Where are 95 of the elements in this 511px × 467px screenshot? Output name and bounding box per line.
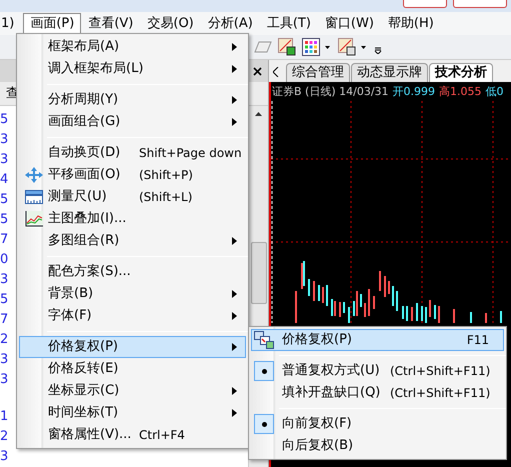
- menu-item-label: 画面组合(G): [48, 113, 122, 132]
- menu-item-label: 填补开盘缺口(Q): [282, 384, 382, 402]
- menu-item-label: 坐标显示(C): [48, 382, 120, 400]
- menu-item-label: 分析周期(Y): [48, 91, 120, 110]
- table-cell-text: 3: [0, 151, 10, 169]
- table-cell-text: 3: [0, 448, 10, 466]
- table-cell-text: 1: [0, 408, 10, 426]
- shortcut-text: (Shift+L): [139, 189, 192, 206]
- menu-item-label: 价格反转(E): [48, 360, 120, 378]
- menu-item[interactable]: 填补开盘缺口(Q) (Ctrl+Shift+F11): [251, 382, 504, 404]
- menu-item[interactable]: 主图叠加(I)...: [19, 208, 246, 230]
- menu-item[interactable]: 向后复权(B): [251, 435, 504, 457]
- chart-info-text: 高1.055: [439, 84, 482, 100]
- shortcut-text: (Shift+P): [139, 167, 193, 184]
- table-cell-text: 3: [0, 371, 10, 389]
- scroll-left-icon[interactable]: [273, 67, 279, 77]
- shortcut-text: F11: [466, 332, 489, 349]
- menu-bar-item[interactable]: 窗口(W): [318, 13, 381, 34]
- menu-bar-item[interactable]: 查看(V): [81, 13, 140, 34]
- menu-item[interactable]: 价格反转(E): [19, 358, 246, 380]
- menu-item[interactable]: 价格复权(P): [19, 336, 246, 358]
- scroll-thumb[interactable]: [250, 242, 266, 304]
- menu-item[interactable]: 测量尺(U) (Shift+L): [19, 186, 246, 208]
- shortcut-text: (Ctrl+Shift+F11): [390, 385, 490, 402]
- menu-item-label: 测量尺(U): [48, 188, 108, 206]
- menu-item[interactable]: 分析周期(Y): [19, 89, 246, 111]
- line-chart-icon: [24, 211, 42, 227]
- scroll-up-icon[interactable]: [255, 112, 262, 116]
- menu-item-label: 向前复权(F): [282, 415, 353, 434]
- menu-item[interactable]: 多图组合(R): [19, 230, 246, 252]
- menu-item-label: 平移画面(O): [48, 166, 122, 184]
- table-cell-text: 5: [0, 211, 10, 229]
- menu-item[interactable]: 平移画面(O) (Shift+P): [19, 164, 246, 186]
- table-cell-text: 0: [0, 251, 10, 269]
- table-cell-text: 3: [0, 271, 10, 289]
- chart-info-text: 开0.999: [392, 84, 436, 100]
- menu-item[interactable]: 框架布局(A): [19, 36, 246, 58]
- menu-bar-item[interactable]: 交易(O): [140, 13, 201, 34]
- close-icon[interactable]: [253, 66, 262, 76]
- shortcut-text: (Ctrl+Shift+F11): [390, 363, 490, 380]
- menu-item-label: 调入框架布局(L): [48, 60, 144, 78]
- menu-item-label: 价格复权(P): [282, 331, 353, 350]
- tab[interactable]: 综合管理: [286, 63, 350, 82]
- menu-item-label: 时间坐标(T): [48, 404, 120, 422]
- table-cell-text: 4: [0, 171, 10, 189]
- menu-item[interactable]: 字体(F): [19, 305, 246, 327]
- menu-item-label: 主图叠加(I)...: [48, 210, 128, 228]
- menu-item-label: 窗格属性(V)...: [48, 426, 132, 444]
- menu-item-label: 自动换页(D): [48, 144, 122, 162]
- menu-bar-item[interactable]: 工具(T): [260, 13, 318, 34]
- tab[interactable]: 技术分析: [429, 63, 493, 82]
- table-cell-text: 7: [0, 231, 10, 249]
- menu-item[interactable]: 背景(B): [19, 283, 246, 305]
- chart-info-text: 低0: [486, 84, 504, 100]
- menu-bar-item[interactable]: 分析(A): [200, 13, 260, 34]
- menu-item[interactable]: 价格复权(P) F11: [251, 329, 504, 351]
- chart-palette-icon[interactable]: [278, 38, 296, 56]
- menu-item[interactable]: 窗格属性(V)... Ctrl+F4: [19, 424, 246, 446]
- menu-item-label: 向后复权(B): [282, 437, 354, 456]
- menu-item[interactable]: 坐标显示(C): [19, 380, 246, 402]
- tab[interactable]: 动态显示牌: [351, 63, 428, 82]
- move-arrows-icon: [24, 167, 42, 183]
- menu-bar-item[interactable]: 帮助(H): [380, 13, 441, 34]
- top-button[interactable]: [403, 0, 447, 8]
- table-cell-text: 5: [0, 291, 10, 309]
- menu-item-label: 框架布局(A): [48, 38, 120, 56]
- menu-item-label: 背景(B): [48, 285, 94, 304]
- menu-item[interactable]: 自动换页(D) Shift+Page down: [19, 142, 246, 164]
- table-cell-text: 3: [0, 131, 10, 149]
- table-cell-text: 5: [0, 191, 10, 209]
- top-button[interactable]: [453, 0, 507, 8]
- menu-item[interactable]: 画面组合(G): [19, 111, 246, 133]
- menu-item-label: 配色方案(S)...: [48, 263, 132, 282]
- color-grid-icon[interactable]: [302, 38, 332, 56]
- menu-item[interactable]: 普通复权方式(U) (Ctrl+Shift+F11): [251, 360, 504, 382]
- chart-info-text: 证券B (日线) 14/03/31: [272, 84, 389, 100]
- table-cell-text: 2: [0, 428, 10, 446]
- table-cell-text: 3: [0, 351, 10, 369]
- table-cell-text: 5: [0, 111, 10, 129]
- menu-item-label: 多图组合(R): [48, 232, 120, 250]
- shortcut-text: Ctrl+F4: [139, 427, 185, 444]
- table-cell-text: 7: [0, 311, 10, 329]
- menu-item[interactable]: 调入框架布局(L): [19, 58, 246, 80]
- ruler-icon: [24, 190, 42, 204]
- menu-item[interactable]: 时间坐标(T): [19, 402, 246, 424]
- menu-item-label: 普通复权方式(U): [282, 362, 381, 380]
- menu-bar-item[interactable]: 1): [0, 13, 24, 34]
- menu-item-label: 价格复权(P): [48, 338, 119, 356]
- menu-item-label: 字体(F): [48, 307, 93, 326]
- menu-item[interactable]: 向前复权(F): [251, 413, 504, 435]
- menu-bar-item[interactable]: 画面(P): [23, 13, 82, 34]
- shortcut-text: Shift+Page down: [139, 145, 242, 162]
- menu-item[interactable]: 配色方案(S)...: [19, 261, 246, 283]
- table-cell-text: 2: [0, 331, 10, 349]
- chart-settings-icon[interactable]: [338, 38, 368, 56]
